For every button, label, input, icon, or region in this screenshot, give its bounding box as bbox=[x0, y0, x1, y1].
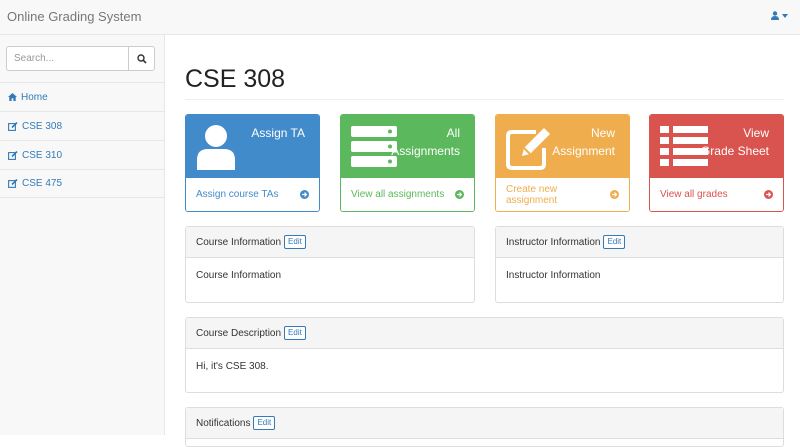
panel-title: Course Description bbox=[196, 327, 282, 339]
card-title-line: New bbox=[590, 126, 615, 140]
page-title: CSE 308 bbox=[185, 65, 286, 93]
card-title: All Assignments bbox=[391, 124, 460, 160]
chevron-down-icon bbox=[782, 13, 788, 18]
edit-icon bbox=[8, 150, 18, 160]
brand-title[interactable]: Online Grading System bbox=[7, 9, 141, 24]
panel-heading: Instructor Information Edit bbox=[496, 227, 783, 258]
panel-title: Notifications bbox=[196, 417, 251, 429]
sidebar-item-label: Home bbox=[21, 91, 48, 103]
assign-course-tas-link[interactable]: Assign course TAs bbox=[186, 178, 319, 211]
view-all-assignments-link[interactable]: View all assignments bbox=[341, 178, 474, 211]
panel-body: Course Information bbox=[196, 270, 282, 281]
edit-icon bbox=[8, 179, 18, 188]
pencil-square-icon bbox=[506, 128, 550, 170]
card-header: New Assignment bbox=[496, 115, 629, 180]
card-link-label: Create new assignment bbox=[506, 183, 558, 206]
title-divider bbox=[185, 99, 784, 100]
sidebar-item-label: CSE 310 bbox=[22, 149, 63, 161]
card-title: View Grade Sheet bbox=[701, 124, 769, 160]
edit-course-description-button[interactable]: Edit bbox=[284, 326, 306, 340]
search-icon bbox=[136, 53, 147, 64]
card-header: Assign TA bbox=[186, 115, 319, 180]
search-button[interactable] bbox=[128, 46, 155, 71]
card-header: All Assignments bbox=[341, 115, 474, 180]
panel-body: Instructor Information bbox=[506, 270, 601, 281]
card-header: View Grade Sheet bbox=[650, 115, 783, 180]
sidebar-item-label: CSE 308 bbox=[22, 120, 63, 132]
sidebar-item-label: CSE 475 bbox=[22, 178, 63, 189]
card-title: Assign TA bbox=[251, 126, 305, 140]
edit-icon bbox=[8, 121, 18, 131]
card-title-line: Assignments bbox=[391, 144, 460, 158]
edit-course-information-button[interactable]: Edit bbox=[284, 235, 306, 249]
sidebar-item-cse-475[interactable]: CSE 475 bbox=[0, 169, 164, 198]
panel-title: Course Information bbox=[196, 236, 282, 248]
search-input[interactable] bbox=[6, 46, 128, 71]
card-title-line: All bbox=[446, 126, 460, 140]
view-all-grades-link[interactable]: View all grades bbox=[650, 178, 783, 211]
card-link-label: Assign course TAs bbox=[196, 189, 279, 200]
arrow-circle-right-icon bbox=[764, 190, 773, 199]
card-title-line: Grade Sheet bbox=[700, 144, 769, 158]
top-navbar: Online Grading System bbox=[0, 0, 800, 35]
sidebar-item-cse-310[interactable]: CSE 310 bbox=[0, 140, 164, 169]
user-icon bbox=[771, 11, 779, 20]
panel-title: Instructor Information bbox=[506, 236, 601, 248]
search-group bbox=[6, 46, 155, 71]
arrow-circle-right-icon bbox=[455, 190, 464, 199]
panel-heading: Notifications Edit bbox=[186, 408, 783, 439]
home-icon bbox=[8, 93, 17, 101]
card-link-label: View all assignments bbox=[351, 189, 445, 200]
all-assignments-card: All Assignments View all assignments bbox=[340, 114, 475, 212]
course-description-panel: Course Description Edit Hi, it's CSE 308… bbox=[185, 317, 784, 393]
assign-ta-card: Assign TA Assign course TAs bbox=[185, 114, 320, 212]
sidebar-nav: Home CSE 308 CSE 310 CSE 475 bbox=[0, 82, 164, 198]
card-title: New Assignment bbox=[552, 124, 615, 160]
card-link-label: View all grades bbox=[660, 189, 728, 200]
course-information-panel: Course Information Edit Course Informati… bbox=[185, 226, 475, 303]
panel-heading: Course Information Edit bbox=[186, 227, 474, 258]
user-icon bbox=[197, 125, 235, 170]
arrow-circle-right-icon bbox=[610, 190, 619, 199]
card-title-line: View bbox=[743, 126, 769, 140]
notifications-panel: Notifications Edit bbox=[185, 407, 784, 447]
edit-instructor-information-button[interactable]: Edit bbox=[603, 235, 626, 249]
panel-body: Hi, it's CSE 308. bbox=[196, 361, 269, 372]
user-menu[interactable] bbox=[771, 11, 788, 20]
arrow-circle-right-icon bbox=[300, 190, 309, 199]
view-grade-sheet-card: View Grade Sheet View all grades bbox=[649, 114, 784, 212]
panel-heading: Course Description Edit bbox=[186, 318, 783, 349]
sidebar-item-home[interactable]: Home bbox=[0, 82, 164, 111]
instructor-information-panel: Instructor Information Edit Instructor I… bbox=[495, 226, 784, 303]
card-title-line: Assignment bbox=[552, 144, 615, 158]
sidebar-item-cse-308[interactable]: CSE 308 bbox=[0, 111, 164, 140]
edit-notifications-button[interactable]: Edit bbox=[253, 416, 276, 430]
main-content: CSE 308 Assign TA Assign course TAs All … bbox=[185, 35, 784, 447]
create-new-assignment-link[interactable]: Create new assignment bbox=[496, 178, 629, 211]
sidebar: Home CSE 308 CSE 310 CSE 475 bbox=[0, 35, 165, 435]
new-assignment-card: New Assignment Create new assignment bbox=[495, 114, 630, 212]
